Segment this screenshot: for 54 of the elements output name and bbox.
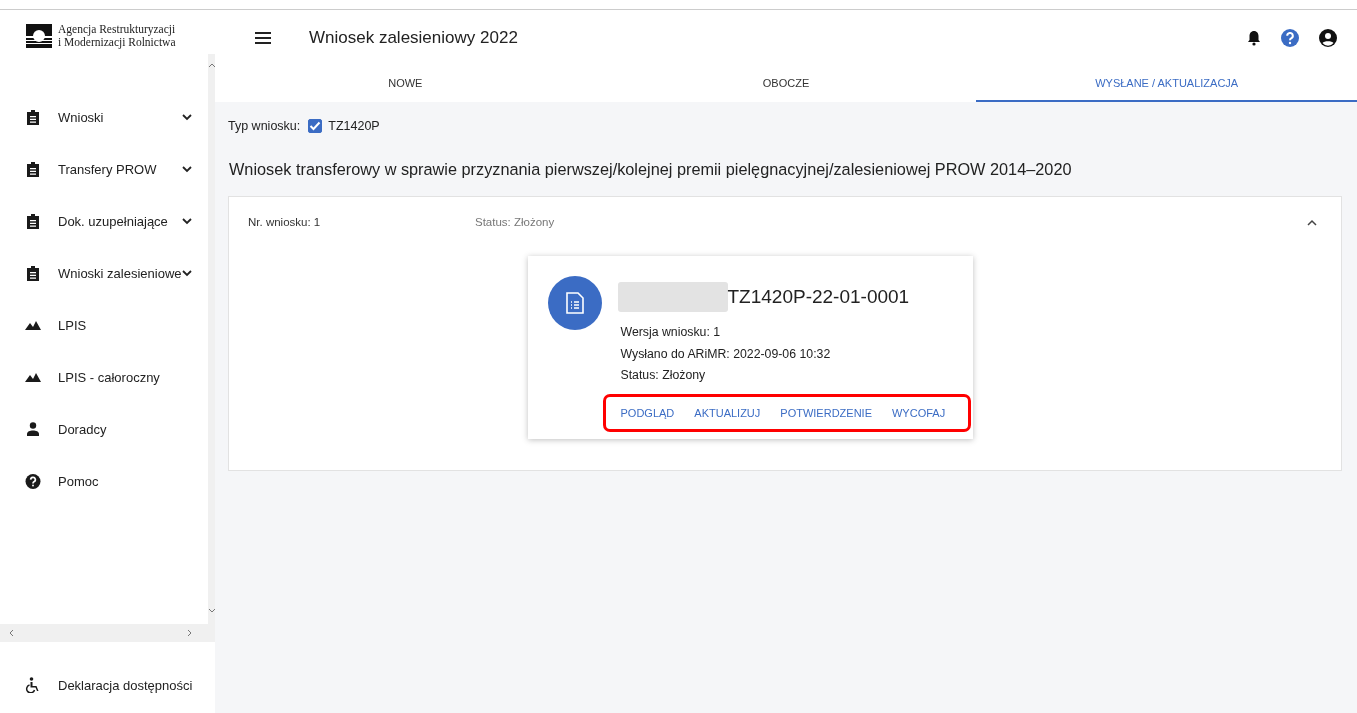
detail-text: Status: Złożony [620,367,707,384]
bell-icon[interactable] [1247,30,1261,46]
scroll-down-icon[interactable] [207,608,216,614]
sidebar-item[interactable]: LPIS - całoroczny [0,351,208,403]
help-icon[interactable] [1281,29,1299,47]
application-status: Status: Złożony [475,216,555,228]
chevron-down-icon [181,269,192,277]
agency-name: Agencja Restrukturyzacji i Modernizacji Rolnictwa [58,23,176,49]
type-label: Typ wniosku: [228,119,301,133]
clipboard-icon [25,109,41,125]
chevron-down-icon [181,165,192,173]
chevron-up-icon[interactable] [1307,218,1317,226]
tab[interactable]: WYSŁANE / AKTUALIZACJA [976,66,1357,102]
application-number: Nr. wniosku: 1 [248,216,322,228]
tab[interactable]: NOWE [215,66,596,102]
vertical-scrollbar[interactable] [207,54,216,624]
sidebar-item[interactable]: Wnioski [0,91,208,143]
scroll-right-icon[interactable] [187,629,193,637]
checkbox[interactable] [308,119,323,133]
application-code: TZ1420P-22-01-0001 [727,286,910,308]
horizontal-scrollbar[interactable] [0,624,215,642]
chevron-down-icon [181,113,192,121]
accessibility-link[interactable]: Deklaracja dostępności [0,659,215,711]
action-link[interactable]: POTWIERDZENIE [771,401,881,424]
scroll-left-icon[interactable] [8,629,14,637]
tab[interactable]: OBOCZE [595,66,977,102]
page-title: Wniosek zalesieniowy 2022 [309,28,518,48]
sidebar-item[interactable]: Transfery PROW [0,143,208,195]
wheelchair-icon [25,677,41,693]
sidebar-item[interactable]: Doradcy [0,403,208,455]
mountains-icon [25,320,41,330]
account-icon[interactable] [1319,29,1337,47]
person-icon [25,422,41,436]
sidebar-item[interactable]: Wnioski zalesieniowe [0,247,208,299]
help-icon [25,473,41,489]
clipboard-icon [25,265,41,281]
sidebar-item[interactable]: LPIS [0,299,208,351]
sidebar-item[interactable]: Dok. uzupełniające [0,195,208,247]
detail-text: Wysłano do ARiMR: 2022-09-06 10:32 [620,345,832,363]
menu-icon[interactable] [255,32,271,44]
detail-text: Wersja wniosku: 1 [620,324,722,341]
clipboard-icon [25,161,41,177]
sidebar-item[interactable]: Pomoc [0,455,208,507]
action-link[interactable]: WYCOFAJ [883,401,955,424]
chevron-down-icon [181,217,192,225]
scroll-up-icon[interactable] [207,62,216,68]
clipboard-icon [25,213,41,229]
agency-logo-icon [26,24,52,48]
action-link[interactable]: AKTUALIZUJ [685,401,770,424]
action-link[interactable]: PODGLĄD [605,401,684,424]
mountains-icon [25,372,41,382]
type-value: TZ1420P [328,119,380,133]
form-heading: Wniosek transferowy w sprawie przyznania pierwszej/kolejnej premii pielęgnacyjnej/zalesieniowej PROW 2014–2020 [229,160,1073,179]
document-list-icon [547,276,602,330]
